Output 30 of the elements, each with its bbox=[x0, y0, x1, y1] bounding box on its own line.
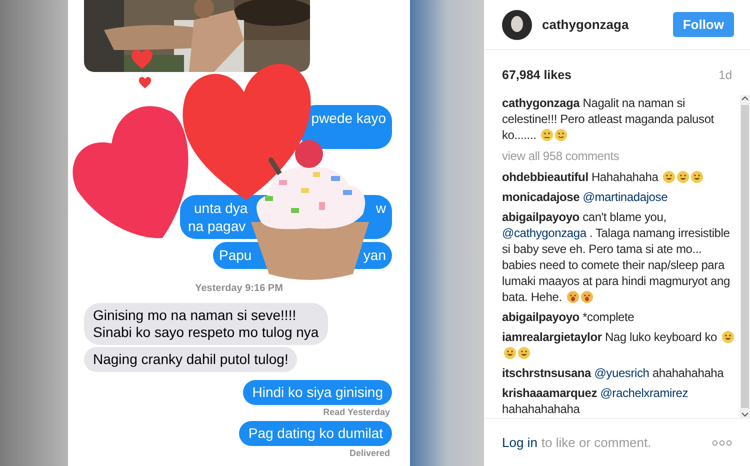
message-text: w bbox=[376, 199, 386, 217]
mention-link[interactable]: @yuesrich bbox=[594, 366, 650, 380]
likes-count: 67,984 likes bbox=[502, 67, 572, 84]
delivery-status: Delivered bbox=[349, 447, 390, 460]
comment: monicadajose @martinadajose bbox=[502, 188, 669, 205]
message-text: Papu bbox=[219, 246, 253, 264]
mention-link[interactable]: @rachelxramirez bbox=[600, 386, 688, 400]
comment: abigailpayoyo *complete bbox=[502, 308, 636, 325]
mention-link[interactable]: @martinadajose bbox=[582, 190, 668, 204]
comment: iamrealargietaylor Nag luko keyboard ko bbox=[502, 328, 736, 361]
comment: abigailpayoyo can't blame you, @cathygonzaga . Talaga namang irresistible si baby seve eh. Pero tama si ate mo... babies need to comete their nap/sleep para lumaki maayos at para hindi magmuryot ang bata. Hehe. bbox=[502, 208, 731, 305]
username-link[interactable]: cathygonzaga bbox=[542, 14, 629, 34]
message-text: yan bbox=[363, 246, 386, 264]
message-bubble: Pag dating ko dumilat bbox=[239, 421, 392, 446]
login-link[interactable]: Log in bbox=[502, 435, 538, 450]
message-bubble: Hindi ko siya ginising bbox=[243, 380, 392, 405]
comment: krishaaamarquez @rachelxramirez hahahahahaha bbox=[502, 384, 690, 417]
comment: itschrstnsusana @yuesrich ahahahahaha bbox=[502, 364, 725, 381]
comment: ohdebbieautiful Hahahahaha bbox=[502, 168, 736, 185]
timestamp: Yesterday 9:16 PM bbox=[195, 283, 283, 295]
message-text: unta dya bbox=[193, 199, 249, 217]
delivery-status: Read Yesterday bbox=[323, 406, 390, 419]
post-caption: cathygonzaga Nagalit na naman si celestine!!! Pero atleast maganda palusot ko....... bbox=[502, 94, 715, 143]
message-bubble: Ginising mo na naman si seve!!!! Sinabi ko sayo respeto mo tulog nya bbox=[84, 303, 328, 345]
message-text: na pagav bbox=[187, 217, 247, 235]
message-bubble: Naging cranky dahil putol tulog! bbox=[84, 347, 298, 372]
post-age: 1d bbox=[718, 67, 732, 84]
mention-link[interactable]: @cathygonzaga bbox=[502, 226, 586, 240]
login-prompt: to like or comment. bbox=[541, 434, 652, 452]
message-text: pwede kayo bbox=[311, 109, 386, 127]
